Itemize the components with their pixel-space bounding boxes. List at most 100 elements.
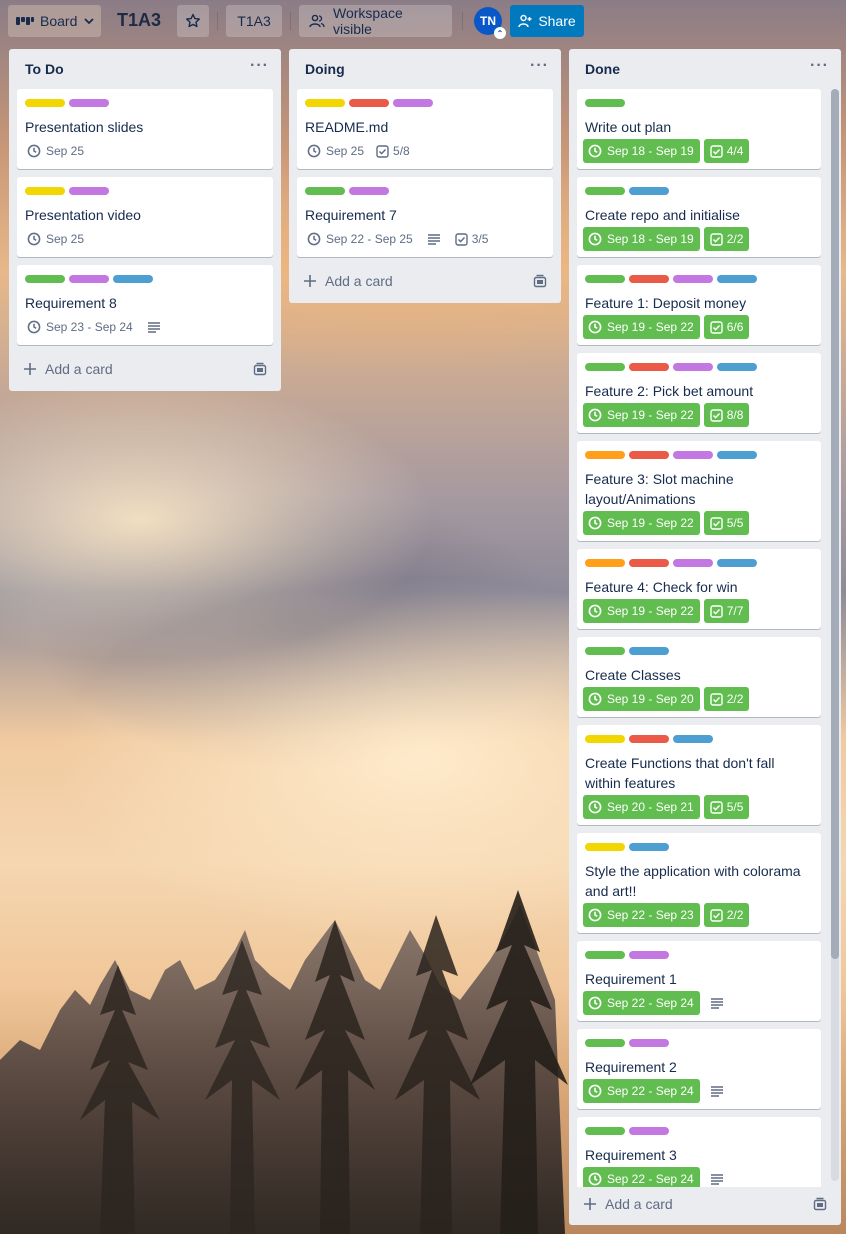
- due-date-badge[interactable]: Sep 22 - Sep 23: [583, 903, 700, 927]
- label-purple[interactable]: [673, 559, 713, 567]
- list-title[interactable]: Doing: [305, 61, 345, 77]
- label-blue[interactable]: [629, 843, 669, 851]
- card[interactable]: Requirement 8 Sep 23 - Sep 24: [17, 265, 273, 345]
- due-date-badge[interactable]: Sep 22 - Sep 25: [303, 229, 417, 249]
- board-view-switcher[interactable]: Board: [8, 5, 101, 37]
- label-yellow[interactable]: [585, 735, 625, 743]
- label-purple[interactable]: [673, 451, 713, 459]
- due-date-badge[interactable]: Sep 18 - Sep 19: [583, 139, 700, 163]
- label-purple[interactable]: [69, 187, 109, 195]
- card-template-icon[interactable]: [533, 274, 547, 288]
- label-red[interactable]: [629, 559, 669, 567]
- label-green[interactable]: [585, 1127, 625, 1135]
- card[interactable]: Style the application with colorama and …: [577, 833, 821, 933]
- due-date-badge[interactable]: Sep 22 - Sep 24: [583, 1079, 700, 1103]
- card-template-icon[interactable]: [813, 1197, 827, 1211]
- label-purple[interactable]: [69, 275, 109, 283]
- list-title[interactable]: To Do: [25, 61, 64, 77]
- label-blue[interactable]: [717, 363, 757, 371]
- label-purple[interactable]: [629, 951, 669, 959]
- due-date-badge[interactable]: Sep 19 - Sep 22: [583, 599, 700, 623]
- label-blue[interactable]: [673, 735, 713, 743]
- card[interactable]: Feature 1: Deposit money Sep 19 - Sep 22…: [577, 265, 821, 345]
- add-card-button[interactable]: Add a card: [17, 355, 113, 383]
- card[interactable]: README.md Sep 25 5/8: [297, 89, 553, 169]
- label-yellow[interactable]: [585, 843, 625, 851]
- add-card-button[interactable]: Add a card: [577, 1190, 673, 1218]
- label-blue[interactable]: [717, 275, 757, 283]
- list-scrollbar[interactable]: [831, 89, 839, 1181]
- label-green[interactable]: [305, 187, 345, 195]
- label-purple[interactable]: [629, 1039, 669, 1047]
- label-blue[interactable]: [629, 187, 669, 195]
- due-date-badge[interactable]: Sep 19 - Sep 22: [583, 315, 700, 339]
- visibility-button[interactable]: Workspace visible: [299, 5, 452, 37]
- label-blue[interactable]: [629, 647, 669, 655]
- label-yellow[interactable]: [25, 99, 65, 107]
- label-red[interactable]: [629, 363, 669, 371]
- card[interactable]: Create Functions that don't fall within …: [577, 725, 821, 825]
- label-green[interactable]: [585, 1039, 625, 1047]
- label-green[interactable]: [585, 951, 625, 959]
- label-yellow[interactable]: [25, 187, 65, 195]
- label-blue[interactable]: [113, 275, 153, 283]
- label-purple[interactable]: [393, 99, 433, 107]
- due-date-badge[interactable]: Sep 19 - Sep 20: [583, 687, 700, 711]
- list-menu-button[interactable]: ···: [530, 57, 549, 75]
- label-blue[interactable]: [717, 559, 757, 567]
- label-green[interactable]: [585, 99, 625, 107]
- label-purple[interactable]: [69, 99, 109, 107]
- label-orange[interactable]: [585, 451, 625, 459]
- card[interactable]: Requirement 3 Sep 22 - Sep 24: [577, 1117, 821, 1187]
- due-date-badge[interactable]: Sep 22 - Sep 24: [583, 1167, 700, 1187]
- label-yellow[interactable]: [305, 99, 345, 107]
- label-red[interactable]: [629, 735, 669, 743]
- card-badges: Sep 19 - Sep 22 5/5: [583, 511, 750, 535]
- card[interactable]: Presentation video Sep 25: [17, 177, 273, 257]
- label-red[interactable]: [629, 275, 669, 283]
- card-template-icon[interactable]: [253, 362, 267, 376]
- card[interactable]: Feature 4: Check for win Sep 19 - Sep 22…: [577, 549, 821, 629]
- workspace-button[interactable]: T1A3: [226, 5, 282, 37]
- label-green[interactable]: [585, 647, 625, 655]
- label-purple[interactable]: [673, 363, 713, 371]
- due-date-badge[interactable]: Sep 25: [23, 141, 88, 161]
- card[interactable]: Requirement 2 Sep 22 - Sep 24: [577, 1029, 821, 1109]
- due-date-badge[interactable]: Sep 22 - Sep 24: [583, 991, 700, 1015]
- label-green[interactable]: [585, 275, 625, 283]
- share-button[interactable]: Share: [510, 5, 584, 37]
- card[interactable]: Feature 2: Pick bet amount Sep 19 - Sep …: [577, 353, 821, 433]
- label-purple[interactable]: [349, 187, 389, 195]
- due-date-badge[interactable]: Sep 18 - Sep 19: [583, 227, 700, 251]
- due-date-badge[interactable]: Sep 19 - Sep 22: [583, 403, 700, 427]
- due-date-badge[interactable]: Sep 20 - Sep 21: [583, 795, 700, 819]
- card-badges: Sep 19 - Sep 22 7/7: [583, 599, 750, 623]
- label-red[interactable]: [629, 451, 669, 459]
- board-title[interactable]: T1A3: [117, 10, 161, 31]
- due-date-badge[interactable]: Sep 25: [303, 141, 368, 161]
- card[interactable]: Write out plan Sep 18 - Sep 19 4/4: [577, 89, 821, 169]
- label-green[interactable]: [25, 275, 65, 283]
- label-purple[interactable]: [673, 275, 713, 283]
- label-red[interactable]: [349, 99, 389, 107]
- list-menu-button[interactable]: ···: [250, 57, 269, 75]
- card[interactable]: Requirement 7 Sep 22 - Sep 25 3/5: [297, 177, 553, 257]
- card[interactable]: Presentation slides Sep 25: [17, 89, 273, 169]
- card[interactable]: Feature 3: Slot machine layout/Animation…: [577, 441, 821, 541]
- card[interactable]: Requirement 1 Sep 22 - Sep 24: [577, 941, 821, 1021]
- card[interactable]: Create repo and initialise Sep 18 - Sep …: [577, 177, 821, 257]
- due-date-badge[interactable]: Sep 19 - Sep 22: [583, 511, 700, 535]
- due-date-badge[interactable]: Sep 25: [23, 229, 88, 249]
- add-card-button[interactable]: Add a card: [297, 267, 393, 295]
- due-date-badge[interactable]: Sep 23 - Sep 24: [23, 317, 137, 337]
- member-avatar[interactable]: TN ⌃: [474, 7, 506, 39]
- label-green[interactable]: [585, 187, 625, 195]
- star-board-button[interactable]: [177, 5, 209, 37]
- scrollbar-thumb[interactable]: [831, 89, 839, 959]
- due-date-text: Sep 25: [46, 144, 85, 158]
- label-purple[interactable]: [629, 1127, 669, 1135]
- card[interactable]: Create Classes Sep 19 - Sep 20 2/2: [577, 637, 821, 717]
- label-blue[interactable]: [717, 451, 757, 459]
- label-orange[interactable]: [585, 559, 625, 567]
- label-green[interactable]: [585, 363, 625, 371]
